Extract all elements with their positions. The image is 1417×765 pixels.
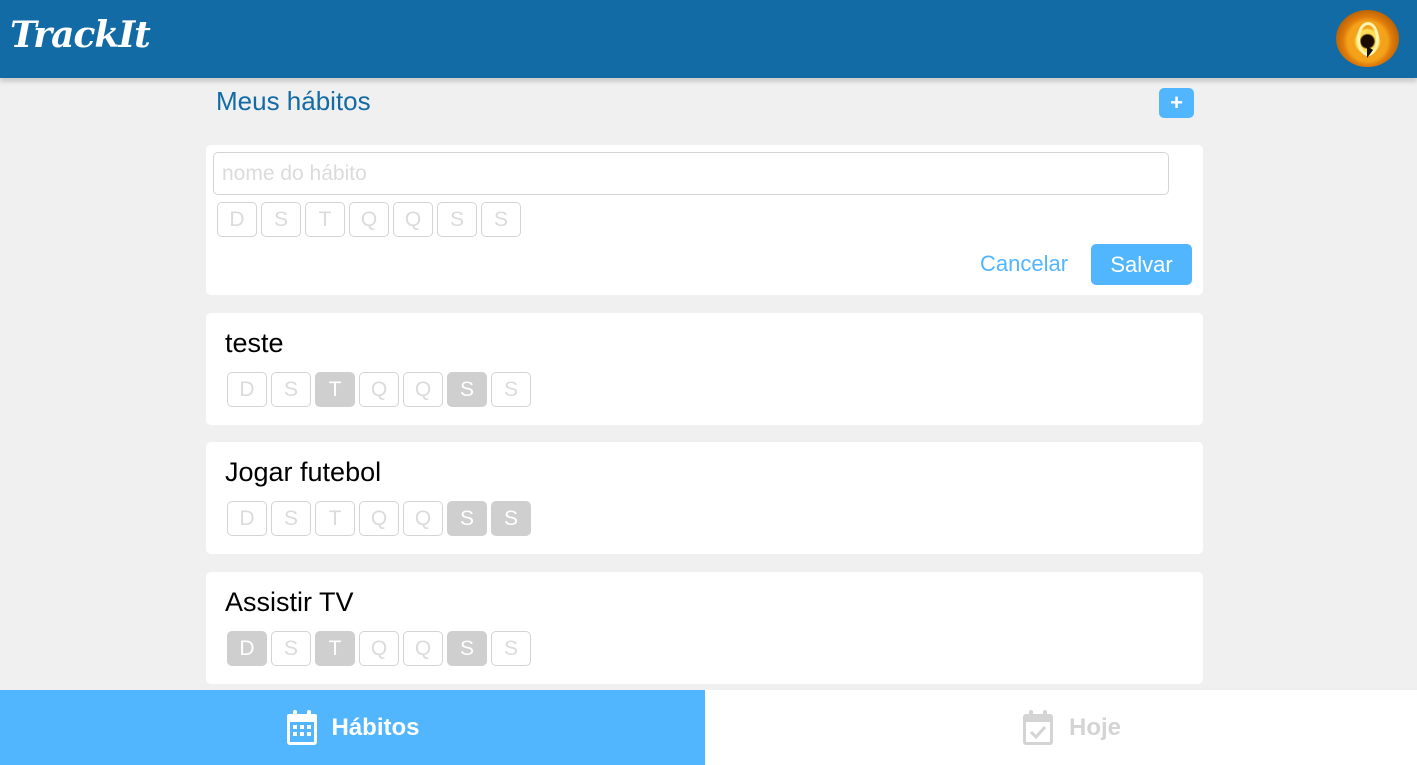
weekday-toggle-monday[interactable]: S	[261, 202, 301, 237]
weekday-friday: S	[447, 501, 487, 536]
weekday-toggle-thursday[interactable]: Q	[393, 202, 433, 237]
weekday-toggle-tuesday[interactable]: T	[305, 202, 345, 237]
weekday-toggle-sunday[interactable]: D	[217, 202, 257, 237]
calendar-icon	[287, 709, 318, 745]
weekday-wednesday: Q	[359, 372, 399, 407]
weekday-monday: S	[271, 372, 311, 407]
new-habit-weekdays: D S T Q Q S S	[217, 202, 521, 237]
weekday-saturday: S	[491, 631, 531, 666]
weekday-friday: S	[447, 372, 487, 407]
app-logo: TrackIt	[10, 14, 151, 56]
user-avatar[interactable]	[1336, 10, 1399, 67]
habit-card: Assistir TV D S T Q Q S S	[206, 572, 1203, 684]
weekday-toggle-friday[interactable]: S	[437, 202, 477, 237]
habit-weekdays: D S T Q Q S S	[227, 372, 531, 407]
tab-today-label: Hoje	[1068, 713, 1121, 741]
weekday-thursday: Q	[403, 501, 443, 536]
calendar-check-icon	[1022, 709, 1053, 745]
mouse-cursor-icon	[1367, 46, 1373, 58]
weekday-tuesday: T	[315, 372, 355, 407]
weekday-saturday: S	[491, 501, 531, 536]
weekday-wednesday: Q	[359, 501, 399, 536]
weekday-toggle-saturday[interactable]: S	[481, 202, 521, 237]
save-button[interactable]: Salvar	[1091, 244, 1192, 285]
habit-card: Jogar futebol D S T Q Q S S	[206, 442, 1203, 554]
weekday-tuesday: T	[315, 501, 355, 536]
top-bar: TrackIt	[0, 0, 1417, 78]
habit-name: teste	[225, 328, 284, 358]
weekday-monday: S	[271, 631, 311, 666]
weekday-sunday: D	[227, 631, 267, 666]
weekday-saturday: S	[491, 372, 531, 407]
habit-card: teste D S T Q Q S S	[206, 313, 1203, 425]
weekday-wednesday: Q	[359, 631, 399, 666]
add-habit-button[interactable]: +	[1159, 88, 1194, 118]
habit-weekdays: D S T Q Q S S	[227, 501, 531, 536]
weekday-friday: S	[447, 631, 487, 666]
weekday-tuesday: T	[315, 631, 355, 666]
habit-name: Assistir TV	[225, 587, 354, 617]
bottom-nav: Hábitos Hoje	[0, 690, 1417, 765]
tab-today[interactable]: Hoje	[705, 690, 1417, 765]
weekday-thursday: Q	[403, 372, 443, 407]
habit-name: Jogar futebol	[225, 457, 382, 487]
habit-name-input[interactable]	[213, 152, 1169, 195]
page-title: Meus hábitos	[216, 86, 371, 116]
weekday-sunday: D	[227, 372, 267, 407]
weekday-thursday: Q	[403, 631, 443, 666]
tab-habits[interactable]: Hábitos	[0, 690, 705, 765]
habit-weekdays: D S T Q Q S S	[227, 631, 531, 666]
tab-habits-label: Hábitos	[331, 713, 420, 741]
new-habit-form: D S T Q Q S S Cancelar Salvar	[206, 145, 1203, 295]
weekday-monday: S	[271, 501, 311, 536]
weekday-sunday: D	[227, 501, 267, 536]
weekday-toggle-wednesday[interactable]: Q	[349, 202, 389, 237]
tab-today-content: Hoje	[1001, 709, 1121, 747]
cancel-button[interactable]: Cancelar	[980, 251, 1068, 277]
